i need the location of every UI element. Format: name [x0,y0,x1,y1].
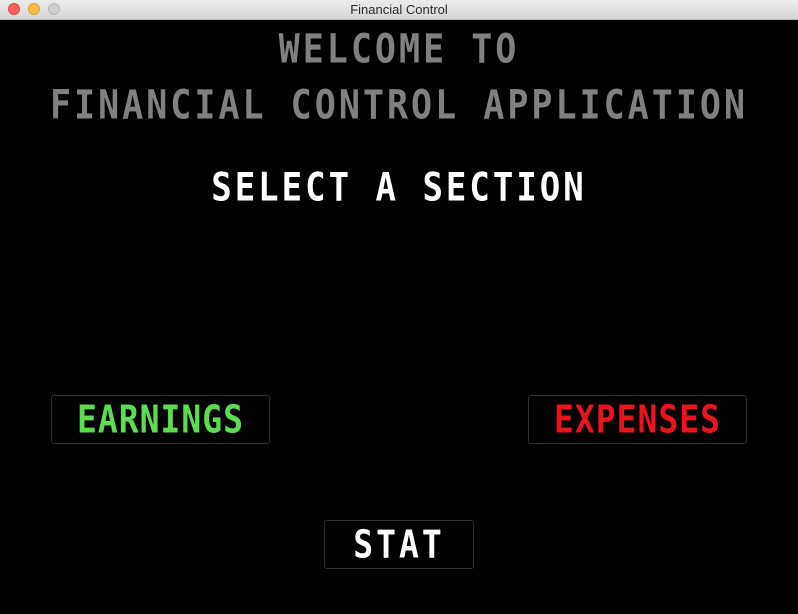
window-title: Financial Control [350,2,448,17]
title-bar[interactable]: Financial Control [0,0,798,20]
welcome-heading: WELCOME TO [278,27,520,73]
stat-button[interactable]: STAT [324,520,474,569]
select-section-prompt: SELECT A SECTION [211,165,587,211]
app-name-heading: FINANCIAL CONTROL APPLICATION [49,83,749,129]
stat-button-label: STAT [353,522,445,567]
main-screen: WELCOME TO FINANCIAL CONTROL APPLICATION… [0,20,798,614]
earnings-button[interactable]: EARNINGS [51,395,270,444]
expenses-button-label: EXPENSES [554,397,721,442]
expenses-button[interactable]: EXPENSES [528,395,747,444]
earnings-button-label: EARNINGS [77,397,244,442]
app-window: Financial Control WELCOME TO FINANCIAL C… [0,0,798,614]
